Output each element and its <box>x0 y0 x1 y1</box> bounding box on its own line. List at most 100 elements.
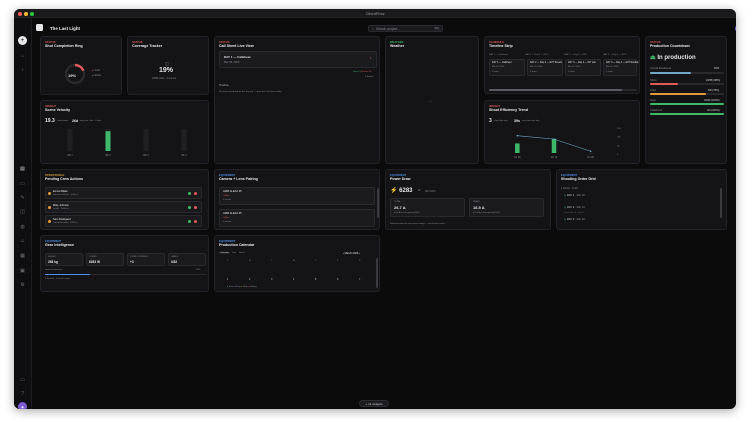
scrollbar[interactable] <box>377 188 379 218</box>
approve-icon[interactable] <box>188 192 191 195</box>
globe-icon[interactable]: ◍ <box>18 222 27 231</box>
sidebar-rail: + ⌂ ♪ ▤ ▭ ✎ ◫ ◍ ☺ ▦ ▣ ⚙ ▭ ? ◉ <box>14 18 32 409</box>
widget-title: Gear Intelligence <box>45 243 74 247</box>
calendar-day[interactable]: 5 <box>315 278 316 281</box>
edit-icon[interactable]: ✎ <box>18 193 27 202</box>
shooting-row[interactable]: ◎ DAY 2 · Mar 19 <box>564 206 585 209</box>
search-icon: ⌕ <box>372 26 374 31</box>
calendar-month: ‹ March 2026 › <box>343 252 360 255</box>
shooting-row[interactable]: ◎ DAY 3 · Mar 20 <box>564 218 585 221</box>
callsheet-section: Timeline <box>219 84 229 87</box>
shots-label: Shots <box>650 79 657 82</box>
calendar-day[interactable]: 4 <box>293 278 294 281</box>
camera-row[interactable]: ARRI ALEXA 35 Offline 0 lenses <box>219 187 375 205</box>
widget-title: Shooting Order Grid <box>561 177 596 181</box>
profile-avatar[interactable]: ◉ <box>18 402 27 409</box>
help-icon[interactable]: ? <box>18 389 27 398</box>
camera-row[interactable]: ARRI ALEXA 35 Offline 0 lenses <box>219 209 375 227</box>
widget-production-calendar[interactable]: EQUIPMENT Production Calendar Calendar D… <box>214 235 380 292</box>
scrollbar[interactable] <box>376 258 378 288</box>
users-icon[interactable]: ☺ <box>18 236 27 245</box>
calendar-icon[interactable]: ▦ <box>18 251 27 260</box>
next-icon[interactable]: › <box>359 252 360 255</box>
camera-icon[interactable]: ◫ <box>18 207 27 216</box>
approve-icon[interactable] <box>188 206 191 209</box>
widget-shoot-efficiency[interactable]: INSIGHT Shoot Efficiency Trend 3 shots/d… <box>484 100 640 164</box>
approve-icon[interactable] <box>188 220 191 223</box>
widget-coverage-tracker[interactable]: STATUS Coverage Tracker ◫ 19% 22/58 shot… <box>127 36 209 95</box>
calendar-day[interactable]: 1 <box>227 278 228 281</box>
widget-title: Production Countdown <box>650 44 690 48</box>
efficiency-point <box>516 134 519 137</box>
timeline-day[interactable]: DAY 1 — Callsheet Mar 18, 2026 0 shots <box>489 59 525 76</box>
search-input[interactable]: ⌕ Search project… ⌘K <box>368 25 443 32</box>
folder-icon[interactable]: ▭ <box>18 179 27 188</box>
chip-week[interactable]: Week <box>239 252 245 254</box>
timeline-day[interactable]: DAY 3 — Day 3 — INT Lab Mar 20, 2026 0 s… <box>565 59 601 76</box>
crew-value: 6/8 (75%) <box>708 89 720 92</box>
timeline-scrollbar[interactable] <box>489 89 637 91</box>
widget-call-sheet[interactable]: STATUS Call Sheet Live View DAY 1 — Call… <box>214 36 380 164</box>
chevron-down-icon: ▾ <box>370 57 372 60</box>
settings-icon[interactable]: ⚙ <box>18 280 27 289</box>
velocity-tick-label: Wk 4 <box>181 154 187 157</box>
ring-legend-shots: ● Shots <box>92 74 101 77</box>
calendar-day[interactable]: 7 <box>359 278 360 281</box>
calendar-day[interactable]: 2 <box>249 278 250 281</box>
widget-shooting-order[interactable]: EQUIPMENT Shooting Order Grid ▾ Shoot · … <box>556 169 727 230</box>
chip-calendar[interactable]: Calendar <box>219 252 230 254</box>
menu-icon[interactable] <box>36 24 43 31</box>
timeline-head: DAY 1 — Callsheet <box>489 54 508 56</box>
efficiency-y-tick: 50 <box>617 145 620 147</box>
efficiency-y-tick: 150 <box>617 128 621 130</box>
widget-production-countdown[interactable]: STATUS Production Countdown ⏏ In product… <box>645 36 727 164</box>
velocity-bar-track <box>181 129 187 151</box>
coverage-icon: ◫ <box>165 61 169 66</box>
timeline-day[interactable]: DAY 2 — Day 2 — EXT Streets Mar 19, 2026… <box>527 59 563 76</box>
top-header: The Last Light ⌕ Search project… ⌘K JM <box>32 18 736 38</box>
dashboard-icon[interactable]: ▤ <box>18 164 27 173</box>
widget-shot-completion[interactable]: STATUS Shot Completion Ring 19% ● 3 left… <box>40 36 122 95</box>
efficiency-bar <box>515 143 520 153</box>
shooting-head[interactable]: ▾ Shoot · 6 left <box>561 187 578 190</box>
crew-row[interactable]: Mike Johnson 1st AD · 1000 mi <box>45 201 202 213</box>
widget-timeline-strip[interactable]: SCHEDULE Timeline Strip DAY 1 — Callshee… <box>484 36 640 94</box>
widget-weather[interactable]: WEATHER Weather ◌ <box>385 36 479 164</box>
efficiency-a-text: shots/day avg <box>494 120 508 122</box>
callsheet-day-selector[interactable]: DAY 1 — Callsheet Mar 18, 2026 ▾ <box>219 51 377 68</box>
gear-progress <box>45 273 206 276</box>
callsheet-day: DAY 1 — Callsheet <box>224 55 251 59</box>
calendar-day[interactable]: 6 <box>337 278 338 281</box>
scrollbar[interactable] <box>720 188 722 218</box>
add-icon[interactable]: + <box>18 36 27 45</box>
widget-title: Pending Crew Actions <box>45 177 84 181</box>
timeline-day[interactable]: DAY 4 — Day 4 — EXT Rooftop Mar 21, 2026… <box>603 59 639 76</box>
chip-day[interactable]: Day <box>232 252 236 254</box>
velocity-sub-text: days per shot · 4 days <box>80 120 102 122</box>
widget-power-draw[interactable]: EQUIPMENT Power Draw ⚡ 6283 W (52.3 kW) … <box>385 169 551 230</box>
calendar-day[interactable]: 3 <box>271 278 272 281</box>
reject-icon[interactable] <box>194 192 197 195</box>
user-avatar[interactable]: JM <box>735 25 736 32</box>
velocity-chart: Wk 1 Wk 2 Wk 3 Wk 4 <box>67 129 187 157</box>
widget-gear-intelligence[interactable]: EQUIPMENT Gear Intelligence WEIGHT 268 k… <box>40 235 209 292</box>
velocity-unit: shots/week <box>57 120 68 122</box>
efficiency-point <box>553 138 555 140</box>
widget-title: Shoot Efficiency Trend <box>489 108 528 112</box>
efficiency-y-tick: 100 <box>617 137 621 139</box>
crew-row[interactable]: Sam Rodriguez Sound Recordist · 1000 mi <box>45 215 202 227</box>
shooting-row[interactable]: ◎ DAY 1 · Mar 18 <box>564 194 585 197</box>
reject-icon[interactable] <box>194 206 197 209</box>
crew-row[interactable]: Emma Blake Director of Photo · 1000 mi <box>45 187 202 199</box>
widget-pending-crew[interactable]: OPERATIONAL Pending Crew Actions Emma Bl… <box>40 169 209 230</box>
title-bar: ClientFlow <box>14 9 736 18</box>
bell-icon[interactable]: ♪ <box>18 65 27 74</box>
add-widgets-button[interactable]: + 14 widgets <box>359 400 389 407</box>
widget-camera-lens[interactable]: EQUIPMENT Camera + Lens Pairing ARRI ALE… <box>214 169 380 230</box>
velocity-bar <box>105 131 111 151</box>
home-icon[interactable]: ⌂ <box>18 51 27 60</box>
reject-icon[interactable] <box>194 220 197 223</box>
panel-icon[interactable]: ▭ <box>18 375 27 384</box>
box-icon[interactable]: ▣ <box>18 266 27 275</box>
widget-scene-velocity[interactable]: INSIGHT Scene Velocity 19.3 shots/week 2… <box>40 100 209 164</box>
